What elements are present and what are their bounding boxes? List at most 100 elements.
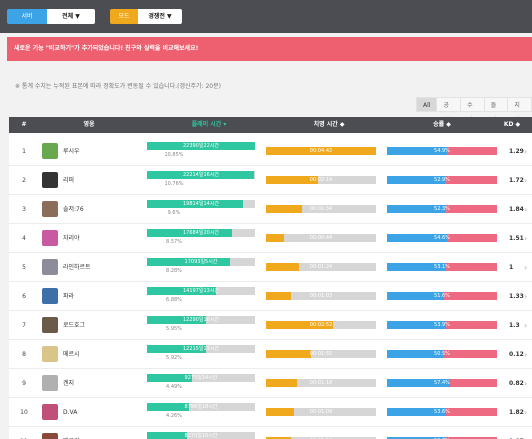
chevron-right-icon[interactable]: › <box>524 340 527 369</box>
chevron-right-icon[interactable]: › <box>524 224 527 253</box>
kd-value: 1.84 <box>509 206 524 213</box>
filter-3[interactable]: 돌격 <box>483 97 509 124</box>
winrate-bar: 57.4% <box>387 379 497 387</box>
winrate-value: 50.5% <box>434 351 450 357</box>
table-row[interactable]: 2 리퍼 22214일16시간 10.76% 00:02:14 52.9% 1.72 › <box>9 166 532 195</box>
table-row[interactable]: 3 솔저:76 19814일14시간 9.6% 00:01:34 52.3% 1.84 › <box>9 195 532 224</box>
table-row[interactable]: 5 라인하르트 17093일5시간 8.28% 00:01:24 53.1% 1 › <box>9 253 532 282</box>
rank: 6 <box>22 293 26 300</box>
firetime-bar: 00:01:34 <box>266 205 376 213</box>
chevron-right-icon[interactable]: › <box>524 137 527 166</box>
playtime-bar: 19814일14시간 <box>147 200 255 208</box>
header-rank: # <box>21 121 27 128</box>
table-row[interactable]: 1 루시우 22390일22시간 10.85% 00:04:42 54.9% 1.29 › <box>9 137 532 166</box>
firetime-value: 00:01:34 <box>309 206 333 212</box>
firetime-bar: 00:01:03 <box>266 292 376 300</box>
table-row[interactable]: 9 겐지 9275일14시간 4.49% 00:01:18 57.4% 0.82 › <box>9 369 532 398</box>
rank: 4 <box>22 235 26 242</box>
winrate-value: 53.1% <box>434 264 450 270</box>
playtime-bar: 9275일14시간 <box>147 374 255 382</box>
server-label: 서버 <box>7 9 47 24</box>
firetime-value: 00:01:03 <box>309 293 333 299</box>
firetime-value: 00:02:14 <box>309 177 333 183</box>
table-row[interactable]: 10 D.VA 8796일18시간 4.26% 00:01:09 53.6% 1.82 › <box>9 398 532 427</box>
header-firetime[interactable]: 치명 시간 ◆ <box>274 117 384 133</box>
chevron-right-icon[interactable]: › <box>524 398 527 427</box>
playtime-value: 12290일16시간 <box>182 317 220 323</box>
hero-portrait-icon <box>42 346 58 362</box>
kd-value: 1 <box>509 264 514 271</box>
header-kd[interactable]: KD ◆ <box>497 117 527 133</box>
hero-portrait-icon <box>42 404 58 420</box>
hero-name: 라인하르트 <box>63 264 91 271</box>
role-filter: All공격수비돌격지원 <box>416 97 532 124</box>
filter-1[interactable]: 공격 <box>436 97 462 124</box>
announcement-banner: 새로운 기능 "비교하기"가 추가되었습니다! 친구와 실력을 비교해보세요! <box>7 37 532 61</box>
table-row[interactable]: 8 메르시 12215일13시간 5.92% 00:01:55 50.5% 0.12 › <box>9 340 532 369</box>
mode-select[interactable]: 경쟁전 ▼ <box>138 9 182 24</box>
chevron-right-icon[interactable]: › <box>524 253 527 282</box>
table-row[interactable]: 11맥크리8270일16시간4.01%00:01:0452.7%0.87› <box>9 427 532 439</box>
chevron-right-icon[interactable]: › <box>524 195 527 224</box>
hero-name: 파라 <box>63 293 75 300</box>
winrate-bar: 54.6% <box>387 234 497 242</box>
filter-0[interactable]: All <box>416 97 438 112</box>
playtime-bar: 22390일22시간 <box>147 142 255 150</box>
playtime-percent: 8.28% <box>166 268 182 274</box>
stats-note: ※ 통계 수치는 누적된 표본에 따라 정확도가 변동될 수 있습니다.(갱신주… <box>15 83 221 90</box>
chevron-right-icon[interactable]: › <box>524 166 527 195</box>
playtime-percent: 10.85% <box>164 152 184 158</box>
chevron-right-icon[interactable]: › <box>524 427 527 439</box>
header-playtime[interactable]: 플레이 시간 ▾ <box>159 117 259 133</box>
playtime-bar: 14197일13시간 <box>147 287 255 295</box>
chevron-right-icon[interactable]: › <box>524 369 527 398</box>
chevron-right-icon[interactable]: › <box>524 282 527 311</box>
mode-label: 모드 <box>110 9 138 24</box>
firetime-value: 00:01:24 <box>309 264 333 270</box>
winrate-bar: 54.9% <box>387 147 497 155</box>
hero-name: D.VA <box>63 409 78 416</box>
hero-name: 자리야 <box>63 235 80 242</box>
table-row[interactable]: 7 로드호그 12290일16시간 5.95% 00:02:52 53.9% 1.3 › <box>9 311 532 340</box>
chevron-right-icon[interactable]: › <box>524 311 527 340</box>
server-select[interactable]: 전체 ▼ <box>47 9 95 24</box>
kd-value: 1.72 <box>509 177 524 184</box>
winrate-bar: 52.3% <box>387 205 497 213</box>
winrate-value: 57.4% <box>434 380 450 386</box>
hero-portrait-icon <box>42 230 58 246</box>
playtime-bar: 22214일16시간 <box>147 171 255 179</box>
hero-portrait-icon <box>42 433 58 439</box>
playtime-value: 14197일13시간 <box>182 288 220 294</box>
firetime-value: 00:01:18 <box>309 380 333 386</box>
winrate-value: 52.9% <box>434 177 450 183</box>
header-winrate[interactable]: 승률 ◆ <box>387 117 497 133</box>
firetime-bar: 00:01:09 <box>266 408 376 416</box>
playtime-bar: 8270일16시간 <box>147 432 255 439</box>
hero-portrait-icon <box>42 317 58 333</box>
playtime-value: 22214일16시간 <box>182 172 220 178</box>
winrate-value: 53.9% <box>434 322 450 328</box>
playtime-percent: 4.49% <box>166 384 182 390</box>
table-row[interactable]: 4 자리야 17684일20시간 8.57% 00:00:44 54.6% 1.51 › <box>9 224 532 253</box>
playtime-value: 17684일20시간 <box>182 230 220 236</box>
winrate-bar: 53.1% <box>387 263 497 271</box>
winrate-bar: 53.6% <box>387 408 497 416</box>
rank: 9 <box>22 380 26 387</box>
playtime-percent: 4.26% <box>166 413 182 419</box>
table-row[interactable]: 6 파라 14197일13시간 6.88% 00:01:03 51.6% 1.33 › <box>9 282 532 311</box>
hero-portrait-icon <box>42 288 58 304</box>
winrate-value: 54.9% <box>434 148 450 154</box>
playtime-value: 19814일14시간 <box>182 201 220 207</box>
firetime-value: 00:00:44 <box>309 235 333 241</box>
playtime-value: 8796일18시간 <box>184 404 218 410</box>
filter-2[interactable]: 수비 <box>460 97 485 124</box>
hero-portrait-icon <box>42 143 58 159</box>
kd-value: 0.87 <box>509 427 524 439</box>
filter-4[interactable]: 지원 <box>507 97 532 124</box>
hero-portrait-icon <box>42 201 58 217</box>
hero-stats-table: # 영웅 플레이 시간 ▾ 치명 시간 ◆ 승률 ◆ KD ◆ 1 루시우 2239… <box>9 117 532 439</box>
hero-name: 맥크리 <box>63 427 80 439</box>
firetime-value: 00:01:09 <box>309 409 333 415</box>
playtime-value: 9275일14시간 <box>184 375 218 381</box>
hero-name: 겐지 <box>63 380 75 387</box>
